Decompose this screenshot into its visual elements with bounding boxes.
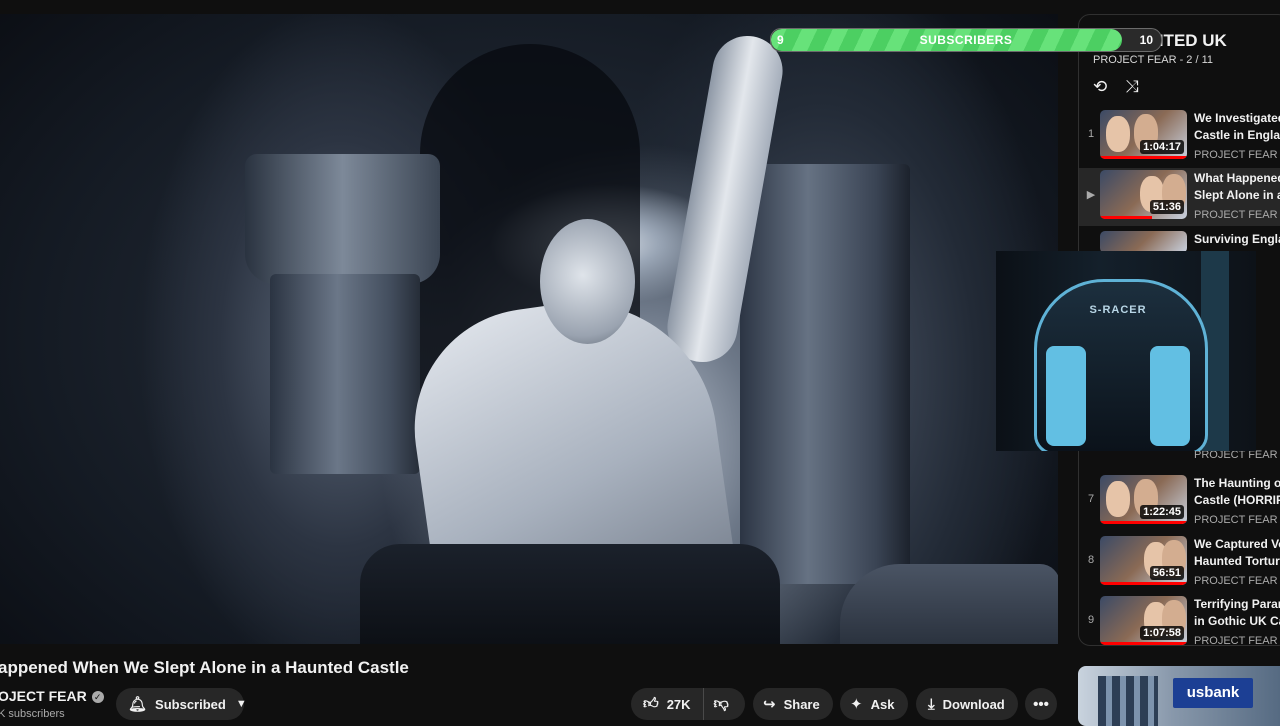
duration-badge: 1:04:17 — [1140, 140, 1184, 154]
playlist-item-channel: PROJECT FEAR — [1194, 149, 1278, 161]
playlist-item[interactable]: 9 1:07:58 Terrifying Paran in Gothic UK C… — [1079, 594, 1280, 646]
playlist-item-title[interactable]: The Haunting of Castle (HORRIFI — [1194, 475, 1280, 509]
subscriber-count: K subscribers — [0, 708, 65, 720]
playlist-item-current[interactable]: ▶ 51:36 What Happened Slept Alone in a PR… — [1079, 168, 1280, 226]
now-playing-icon: ▶ — [1086, 189, 1096, 201]
playlist-item-title[interactable]: Terrifying Paran in Gothic UK Ca — [1194, 596, 1280, 630]
playlist-item-title[interactable]: We Captured Vo Haunted Torture — [1194, 536, 1280, 570]
playlist-item-title[interactable]: We Investigated Castle in Englan — [1194, 110, 1280, 144]
duration-badge: 56:51 — [1149, 566, 1184, 580]
playlist-item-index: 7 — [1087, 493, 1095, 505]
gaming-chair-panel — [1150, 346, 1190, 446]
duration-badge: 1:22:45 — [1140, 505, 1184, 519]
video-scene-head — [540, 219, 635, 344]
video-player[interactable] — [0, 14, 1058, 644]
playlist-controls: ⟲ ⤨ — [1093, 77, 1139, 97]
playlist-item-index: 8 — [1087, 554, 1095, 566]
playlist-item-index: 1 — [1087, 128, 1095, 140]
playlist-item[interactable]: 7 1:22:45 The Haunting of Castle (HORRIFI… — [1079, 473, 1280, 531]
more-actions-button[interactable]: ••• — [1025, 688, 1057, 720]
playlist-item-thumbnail[interactable] — [1100, 231, 1187, 253]
playlist-subtitle: PROJECT FEAR - 2 / 11 — [1093, 54, 1214, 66]
more-icon: ••• — [1033, 695, 1049, 713]
shuffle-icon[interactable]: ⤨ — [1125, 77, 1139, 97]
usbank-logo: usbank — [1173, 678, 1253, 708]
playlist-item-thumbnail[interactable]: 51:36 — [1100, 170, 1187, 219]
subscribed-label: Subscribed — [155, 696, 226, 712]
like-dislike-group: 👍︎ 27K 👎︎ — [631, 688, 745, 720]
duration-badge: 1:07:58 — [1140, 626, 1184, 640]
like-count: 27K — [666, 696, 691, 712]
playlist-item-thumbnail[interactable]: 56:51 — [1100, 536, 1187, 585]
download-button[interactable]: ⤓ Download — [916, 688, 1018, 720]
playlist-item-channel: PROJECT FEAR — [1194, 635, 1278, 646]
thumbs-up-icon: 👍︎ — [643, 695, 659, 712]
duration-badge: 51:36 — [1149, 200, 1184, 214]
playlist-item[interactable]: 1 1:04:17 We Investigated Castle in Engla… — [1079, 108, 1280, 166]
channel-name[interactable]: OJECT FEAR ✓ — [0, 688, 104, 704]
like-button[interactable]: 👍︎ 27K — [631, 688, 704, 720]
playlist-item-index: 9 — [1087, 614, 1095, 626]
ad-thumbnail[interactable]: usbank — [1078, 666, 1280, 726]
playlist-item-thumbnail[interactable]: 1:22:45 — [1100, 475, 1187, 524]
video-scene-pillar-left — [270, 274, 420, 474]
chair-brand-logo: S-RACER — [1089, 304, 1147, 316]
video-scene-legs — [360, 544, 780, 644]
chevron-down-icon: ▼ — [235, 698, 247, 710]
ask-label: Ask — [870, 696, 895, 712]
ask-button[interactable]: ✦ Ask — [840, 688, 908, 720]
playlist-item-title[interactable]: What Happened Slept Alone in a — [1194, 170, 1280, 204]
subscriber-goal-label: SUBSCRIBERS — [919, 33, 1013, 47]
subscribed-button[interactable]: 🔔︎ Subscribed ▼ — [116, 688, 247, 720]
thumbs-down-icon: 👎︎ — [713, 695, 729, 712]
sparkle-icon: ✦ — [850, 696, 863, 713]
loop-icon[interactable]: ⟲ — [1093, 77, 1107, 97]
playlist-item-channel: PROJECT FEAR — [1194, 575, 1278, 587]
playlist-item-title[interactable]: Surviving Englan — [1194, 231, 1280, 248]
video-title: appened When We Slept Alone in a Haunted… — [0, 658, 409, 677]
video-scene-pillar-right — [740, 164, 910, 584]
playlist-item-channel: PROJECT FEAR — [1194, 514, 1278, 526]
video-scene-pillar-capital — [245, 154, 440, 284]
download-label: Download — [942, 696, 1005, 712]
verified-icon: ✓ — [91, 691, 104, 703]
dislike-button[interactable]: 👎︎ — [704, 688, 729, 720]
share-icon: ↪ — [763, 696, 776, 713]
download-icon: ⤓ — [928, 695, 935, 713]
bell-icon: 🔔︎ — [128, 696, 148, 713]
playlist-item-thumbnail[interactable]: 1:04:17 — [1100, 110, 1187, 159]
playlist-item-channel: PROJECT FEAR — [1194, 209, 1278, 221]
subscriber-goal-target: 10 — [1139, 33, 1153, 47]
subscriber-goal-current: 9 — [777, 33, 784, 47]
playlist-item-thumbnail[interactable]: 1:07:58 — [1100, 596, 1187, 645]
ad-building-image — [1098, 676, 1158, 726]
share-label: Share — [783, 696, 820, 712]
webcam-overlay: S-RACER — [996, 251, 1256, 451]
subscriber-goal-bar: SUBSCRIBERS 9 10 — [770, 28, 1162, 52]
share-button[interactable]: ↪ Share — [753, 688, 833, 720]
gaming-chair-panel — [1046, 346, 1086, 446]
playlist-item[interactable]: 8 56:51 We Captured Vo Haunted Torture PR… — [1079, 534, 1280, 592]
video-scene-rock — [840, 564, 1058, 644]
